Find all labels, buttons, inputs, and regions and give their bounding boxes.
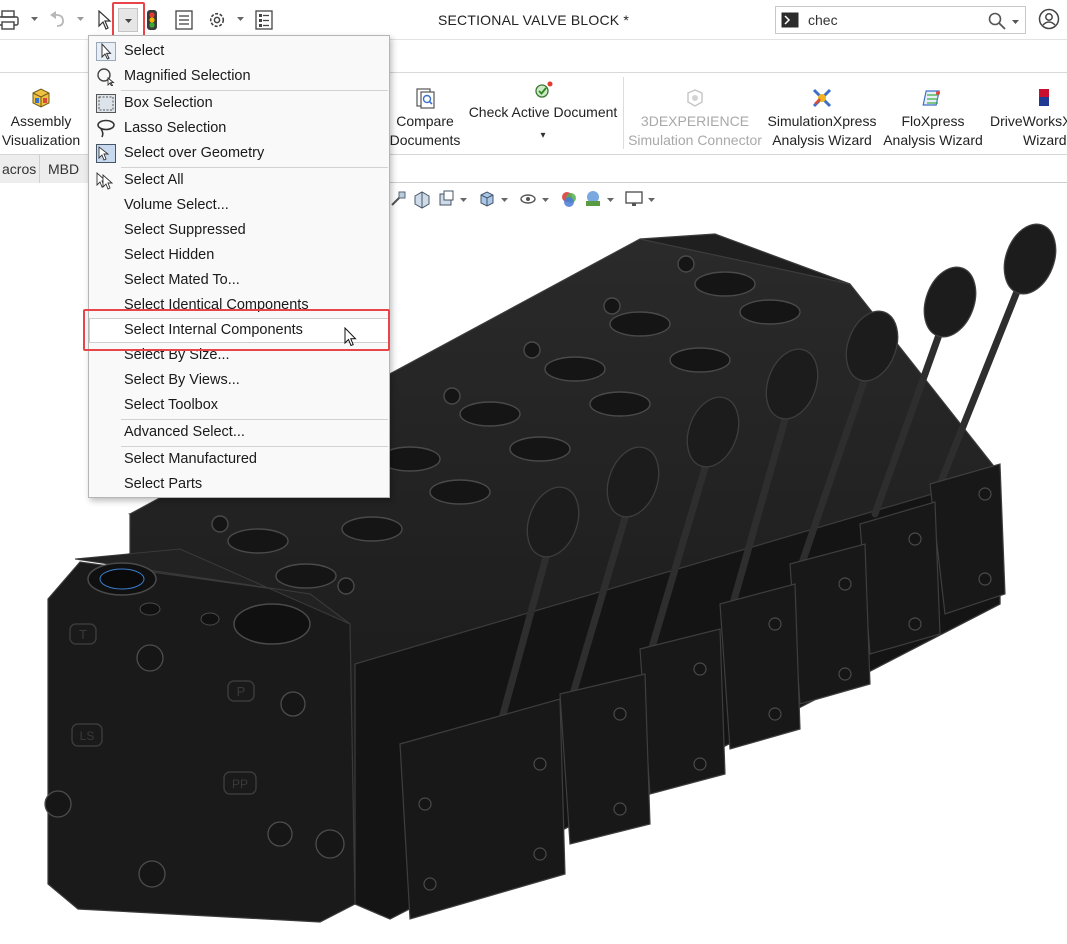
ribbon-label: SimulationXpress (767, 113, 877, 129)
ribbon-label: Documents (389, 132, 461, 148)
select-over-geometry-icon (96, 144, 116, 163)
search-icon[interactable] (988, 12, 1006, 30)
simulationxpress-button[interactable]: SimulationXpress Analysis Wizard (766, 73, 878, 155)
menu-item-select[interactable]: Select (89, 39, 389, 64)
check-active-document-button[interactable]: Check Active Document ▾ (467, 73, 619, 155)
user-account-button[interactable] (1038, 8, 1062, 32)
compare-documents-icon (416, 88, 435, 109)
menu-item-label: Select Toolbox (124, 397, 219, 413)
magnified-selection-icon (97, 68, 115, 86)
driveworksxpress-button[interactable]: DriveWorksX Wizard (988, 73, 1067, 155)
ribbon-label: Compare (396, 113, 454, 129)
menu-item-label: Select All (124, 172, 184, 188)
search-dropdown-icon[interactable] (1011, 17, 1020, 26)
menu-item-select-mated-to[interactable]: Select Mated To... (89, 268, 389, 293)
assembly-visualization-button[interactable]: Assembly Visualization (0, 73, 82, 155)
menu-item-label: Lasso Selection (124, 120, 227, 136)
menu-item-label: Box Selection (124, 95, 213, 111)
ribbon-label: Wizard (1023, 132, 1067, 148)
menu-item-label: Select Manufactured (124, 451, 257, 467)
menu-item-select-manufactured[interactable]: Select Manufactured (89, 447, 389, 472)
select-all-icon (96, 171, 114, 190)
menu-item-label: Select Mated To... (124, 272, 240, 288)
menu-item-volume-select[interactable]: Volume Select... (89, 193, 389, 218)
end-cover: T P LS PP (44, 548, 356, 923)
menu-item-box-selection[interactable]: Box Selection (89, 91, 389, 116)
ribbon-label: Analysis Wizard (772, 132, 872, 148)
tab-macros[interactable]: acros (0, 155, 40, 183)
menu-item-select-parts[interactable]: Select Parts (89, 472, 389, 497)
port-label-t: T (79, 627, 87, 642)
ribbon-label: Visualization (1, 132, 81, 148)
menu-item-label: Select Suppressed (124, 222, 246, 238)
menu-item-select-suppressed[interactable]: Select Suppressed (89, 218, 389, 243)
driveworksxpress-icon (1039, 89, 1049, 106)
lasso-icon (97, 119, 115, 138)
port-label-ls: LS (80, 729, 95, 743)
tab-mbd[interactable]: MBD (40, 155, 90, 183)
search-input[interactable] (808, 10, 968, 30)
menu-item-label: Select Parts (124, 476, 203, 492)
ribbon-label: Check Active Document (468, 104, 618, 120)
check-active-document-icon (535, 81, 553, 98)
menu-item-label: Select over Geometry (124, 145, 265, 161)
ribbon-dropdown-arrow[interactable]: ▾ (467, 126, 619, 145)
mouse-pointer-icon (344, 327, 357, 347)
3dexperience-icon (687, 89, 703, 107)
port-label-p: P (237, 684, 246, 699)
ribbon-label: Simulation Connector (628, 132, 762, 148)
simulationxpress-icon (812, 88, 832, 108)
compare-documents-button[interactable]: Compare Documents (388, 73, 462, 155)
user-icon (1038, 8, 1060, 30)
3dexperience-simulation-connector-button[interactable]: 3DEXPERIENCE Simulation Connector (626, 73, 764, 155)
menu-item-select-toolbox[interactable]: Select Toolbox (89, 393, 389, 418)
menu-item-label: Magnified Selection (124, 68, 251, 84)
select-dropdown-menu: Select Magnified Selection Box Selection… (88, 35, 390, 498)
menu-item-select-hidden[interactable]: Select Hidden (89, 243, 389, 268)
menu-item-select-over-geometry[interactable]: Select over Geometry (89, 141, 389, 166)
search-box[interactable] (775, 6, 1026, 34)
floxpress-button[interactable]: FloXpress Analysis Wizard (881, 73, 985, 155)
ribbon-separator (623, 77, 624, 149)
ribbon-label: DriveWorksX (990, 113, 1067, 129)
menu-item-select-by-views[interactable]: Select By Views... (89, 368, 389, 393)
command-prompt-icon (781, 12, 799, 28)
title-bar: SECTIONAL VALVE BLOCK * (0, 0, 1067, 40)
menu-item-label: Select Hidden (124, 247, 215, 263)
menu-item-magnified-selection[interactable]: Magnified Selection (89, 64, 389, 89)
box-selection-icon (96, 94, 116, 113)
menu-item-lasso-selection[interactable]: Lasso Selection (89, 116, 389, 141)
ribbon-label: Analysis Wizard (883, 132, 983, 148)
menu-item-advanced-select[interactable]: Advanced Select... (89, 420, 389, 445)
menu-item-label: Select (124, 43, 165, 59)
menu-item-label: Advanced Select... (124, 424, 245, 440)
floxpress-icon (922, 90, 940, 106)
assembly-visualization-icon (32, 88, 50, 108)
menu-item-label: Volume Select... (124, 197, 229, 213)
ribbon-label: FloXpress (901, 113, 965, 129)
ribbon-label: Assembly (10, 113, 72, 129)
port-label-pp: PP (232, 777, 248, 791)
arrow-cursor-icon (96, 42, 116, 61)
menu-item-select-all[interactable]: Select All (89, 168, 389, 193)
menu-item-label: Select By Views... (124, 372, 240, 388)
ribbon-label: 3DEXPERIENCE (640, 113, 750, 129)
